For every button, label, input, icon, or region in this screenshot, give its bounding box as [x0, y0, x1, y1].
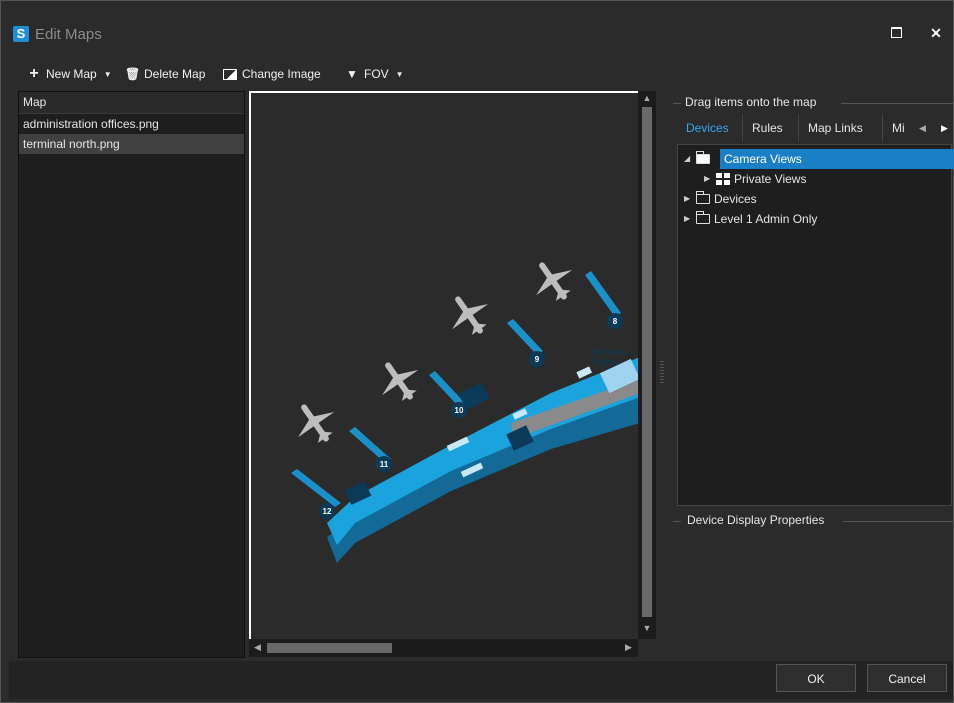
- map-list: Map administration offices.png terminal …: [18, 91, 245, 658]
- room-block: [576, 366, 593, 379]
- close-button[interactable]: ✕: [925, 23, 947, 43]
- change-image-label: Change Image: [242, 67, 321, 81]
- tab-devices[interactable]: Devices: [677, 114, 743, 142]
- close-icon: ✕: [930, 25, 942, 41]
- expanded-triangle-icon: ◢: [684, 154, 691, 163]
- folder-icon: [696, 191, 710, 204]
- fov-label: FOV: [364, 67, 389, 81]
- panel-splitter[interactable]: [660, 361, 664, 385]
- map-list-item[interactable]: administration offices.png: [19, 114, 244, 134]
- scroll-left-icon[interactable]: ◀: [254, 642, 261, 653]
- gate-label: 12: [323, 507, 332, 516]
- gate-label: 9: [535, 355, 540, 364]
- terminal-map: Domestic Flights 8 9 10 11 12: [291, 262, 638, 563]
- collapsed-triangle-icon: ▶: [704, 174, 711, 183]
- terminal-side: [327, 397, 638, 563]
- group-border: [673, 521, 681, 522]
- tree-node-private-views[interactable]: ▶ Private Views: [704, 169, 806, 189]
- maximize-icon: [890, 27, 902, 38]
- plus-icon: +: [29, 65, 39, 82]
- scroll-right-icon[interactable]: ▶: [625, 642, 632, 653]
- tree-node-label[interactable]: Camera Views: [720, 149, 954, 169]
- device-tree: ◢ Camera Views ▶ Private Views ▶ Devices…: [677, 144, 954, 506]
- fov-icon: ▼: [346, 67, 358, 81]
- cancel-button[interactable]: Cancel: [867, 664, 947, 692]
- tab-more[interactable]: Mi: [883, 114, 919, 142]
- collapsed-triangle-icon: ▶: [684, 214, 691, 223]
- delete-map-label: Delete Map: [144, 67, 206, 81]
- device-tabs: Devices Rules Map Links Mi ◀ ▶: [677, 114, 953, 142]
- device-display-properties-label: Device Display Properties: [684, 513, 828, 527]
- change-image-button[interactable]: Change Image: [223, 65, 321, 83]
- tree-node-label: Devices: [714, 192, 757, 206]
- group-border: [673, 103, 681, 104]
- grid-icon: [716, 173, 730, 185]
- scroll-thumb[interactable]: [642, 107, 652, 617]
- window-title: Edit Maps: [35, 26, 102, 43]
- title-bar: S Edit Maps ✕: [1, 1, 953, 59]
- collapsed-triangle-icon: ▶: [684, 194, 691, 203]
- group-border: [841, 103, 953, 104]
- scroll-up-icon[interactable]: ▲: [638, 93, 656, 103]
- edit-maps-window: S Edit Maps ✕ + New Map ▼ 🗑 Delete Map C…: [0, 0, 954, 703]
- map-list-header: Map: [19, 92, 244, 114]
- chevron-down-icon: ▼: [395, 69, 404, 79]
- map-list-item[interactable]: terminal north.png: [19, 134, 244, 154]
- area-label: Domestic: [591, 347, 629, 357]
- toolbar: + New Map ▼ 🗑 Delete Map Change Image ▼ …: [1, 61, 953, 87]
- tab-scroll-left-icon[interactable]: ◀: [919, 114, 926, 142]
- map-vertical-scrollbar[interactable]: ▲ ▼: [638, 91, 656, 639]
- ok-button[interactable]: OK: [776, 664, 856, 692]
- fov-button[interactable]: ▼ FOV ▼: [345, 65, 404, 83]
- folder-icon: [696, 211, 710, 224]
- chevron-down-icon: ▼: [103, 69, 112, 79]
- tab-scroll-right-icon[interactable]: ▶: [941, 114, 948, 142]
- image-icon: [223, 68, 237, 80]
- scroll-down-icon[interactable]: ▼: [638, 623, 656, 633]
- tab-rules[interactable]: Rules: [743, 114, 799, 142]
- area-label: Flights: [591, 357, 618, 367]
- new-map-button[interactable]: + New Map ▼: [27, 65, 112, 83]
- tree-node-devices[interactable]: ▶ Devices: [684, 189, 757, 209]
- tree-node-label: Level 1 Admin Only: [714, 212, 818, 226]
- tree-node-label: Private Views: [734, 172, 807, 186]
- map-horizontal-scrollbar[interactable]: ◀ ▶: [249, 639, 638, 657]
- delete-map-button[interactable]: 🗑 Delete Map: [125, 65, 205, 83]
- app-logo: S: [13, 26, 29, 42]
- gate-label: 10: [455, 406, 464, 415]
- drag-items-group-label: Drag items onto the map: [682, 95, 820, 109]
- tree-node-camera-views[interactable]: ◢: [684, 149, 710, 169]
- map-canvas[interactable]: Domestic Flights 8 9 10 11 12: [249, 91, 638, 639]
- group-border: [843, 521, 953, 522]
- scroll-thumb[interactable]: [267, 643, 392, 653]
- folder-icon: [696, 151, 710, 164]
- tab-map-links[interactable]: Map Links: [799, 114, 883, 142]
- new-map-label: New Map: [46, 67, 97, 81]
- gate-label: 11: [380, 460, 389, 469]
- trash-icon: 🗑: [125, 67, 141, 81]
- tree-node-level-1-admin-only[interactable]: ▶ Level 1 Admin Only: [684, 209, 817, 229]
- maximize-button[interactable]: [885, 23, 907, 43]
- gate-label: 8: [613, 317, 618, 326]
